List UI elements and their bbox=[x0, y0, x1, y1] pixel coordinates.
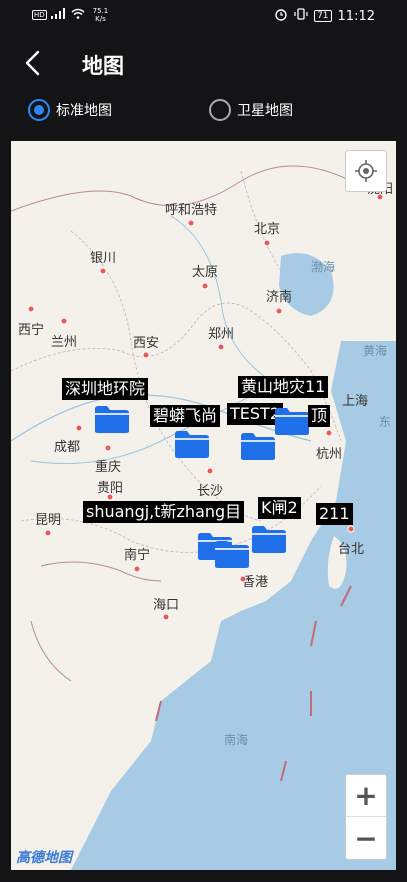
city-dot bbox=[142, 351, 150, 359]
status-left: HD 75.1 K/s bbox=[32, 7, 108, 23]
city-dot bbox=[206, 467, 214, 475]
map-city: 太原 bbox=[191, 265, 219, 280]
map-city: 长沙 bbox=[196, 484, 224, 499]
page-title: 地图 bbox=[82, 54, 124, 78]
map-city: 西安 bbox=[132, 336, 160, 351]
city-dot bbox=[376, 193, 384, 201]
amap-logo: 高德地图 bbox=[16, 850, 72, 866]
city-dot bbox=[44, 529, 52, 537]
zoom-out-button[interactable]: − bbox=[346, 817, 386, 859]
city-dot bbox=[217, 343, 225, 351]
map-city: 西宁 bbox=[17, 323, 45, 338]
speed-unit: K/s bbox=[95, 15, 106, 23]
battery-icon: 71 bbox=[314, 10, 332, 22]
map-city: 海口 bbox=[152, 598, 180, 613]
marker-label[interactable]: 黄山地灾11 bbox=[238, 376, 329, 398]
status-right: 71 11:12 bbox=[274, 7, 375, 25]
radio-button[interactable] bbox=[28, 99, 50, 121]
map-city: 南宁 bbox=[123, 548, 151, 563]
map-city: 呼和浩特 bbox=[164, 203, 218, 218]
back-button[interactable] bbox=[18, 46, 48, 80]
city-dot bbox=[60, 317, 68, 325]
city-dot bbox=[325, 429, 333, 437]
marker-label[interactable]: 碧蟒飞尚 bbox=[150, 405, 221, 427]
marker-label[interactable]: 211 bbox=[316, 503, 353, 525]
hd-icon: HD bbox=[32, 10, 47, 20]
network-speed: 75.1 K/s bbox=[93, 7, 109, 23]
map-city: 昆明 bbox=[34, 513, 62, 528]
map-city: 重庆 bbox=[94, 460, 122, 475]
locate-icon bbox=[355, 160, 377, 182]
city-dot bbox=[104, 444, 112, 452]
folder-marker-icon bbox=[252, 526, 286, 553]
radio-label: 标准地图 bbox=[56, 103, 112, 119]
city-dot bbox=[201, 282, 209, 290]
map-city: 北京 bbox=[253, 222, 281, 237]
city-dot bbox=[263, 239, 271, 247]
map-city: 杭州 bbox=[315, 447, 343, 462]
marker-label[interactable]: K闸2 bbox=[258, 497, 301, 519]
map-city: 兰州 bbox=[50, 335, 78, 350]
city-dot bbox=[187, 219, 195, 227]
map-city: 银川 bbox=[89, 251, 117, 266]
radio-satellite-map[interactable]: 卫星地图 bbox=[209, 99, 293, 121]
folder-marker-icon bbox=[175, 431, 209, 458]
zoom-in-button[interactable]: + bbox=[346, 775, 386, 817]
radio-button[interactable] bbox=[209, 99, 231, 121]
status-bar: HD 75.1 K/s 71 11:12 bbox=[0, 0, 407, 32]
marker-label[interactable]: 顶 bbox=[308, 405, 331, 427]
city-dot bbox=[75, 424, 83, 432]
status-time: 11:12 bbox=[337, 8, 375, 24]
map-city: 台北 bbox=[337, 542, 365, 557]
folder-marker-icon bbox=[215, 541, 249, 568]
locate-button[interactable] bbox=[345, 150, 387, 192]
map-city: 郑州 bbox=[207, 327, 235, 342]
city-dot bbox=[162, 613, 170, 621]
city-dot bbox=[99, 267, 107, 275]
map-city: 济南 bbox=[265, 290, 293, 305]
map-city: 上海 bbox=[341, 394, 369, 409]
folder-marker-icon bbox=[275, 408, 309, 435]
radio-standard-map[interactable]: 标准地图 bbox=[28, 99, 112, 121]
city-dot bbox=[27, 305, 35, 313]
signal-icon bbox=[50, 8, 67, 22]
map-sea: 黄海 bbox=[363, 344, 388, 358]
chevron-left-icon bbox=[25, 50, 40, 76]
city-dot bbox=[106, 493, 114, 501]
map-sea: 东 bbox=[379, 415, 392, 429]
map-sea: 南海 bbox=[224, 733, 249, 747]
app-header: 地图 bbox=[0, 32, 407, 94]
marker-label[interactable]: shuangj,t新zhang目 bbox=[83, 501, 245, 523]
speed-value: 75.1 bbox=[92, 7, 109, 15]
radio-label: 卫星地图 bbox=[237, 103, 293, 119]
folder-marker-icon bbox=[241, 433, 275, 460]
map-sea: 渤海 bbox=[311, 260, 336, 274]
vibrate-icon bbox=[294, 8, 308, 24]
alarm-icon bbox=[274, 7, 288, 25]
marker-label[interactable]: 深圳地环院 bbox=[62, 378, 149, 400]
city-dot bbox=[347, 525, 355, 533]
city-dot bbox=[133, 565, 141, 573]
folder-marker-icon bbox=[95, 406, 129, 433]
city-dot bbox=[239, 575, 247, 583]
map-view[interactable]: 沈阳 呼和浩特 北京 银川 太原 渤海 济南 西宁 兰州 西安 郑州 黄海 成都… bbox=[11, 141, 396, 870]
map-type-selector: 标准地图 卫星地图 bbox=[0, 94, 407, 130]
city-dot bbox=[275, 307, 283, 315]
zoom-controls: + − bbox=[345, 774, 387, 860]
wifi-icon bbox=[71, 8, 85, 22]
map-city: 成都 bbox=[53, 440, 81, 455]
